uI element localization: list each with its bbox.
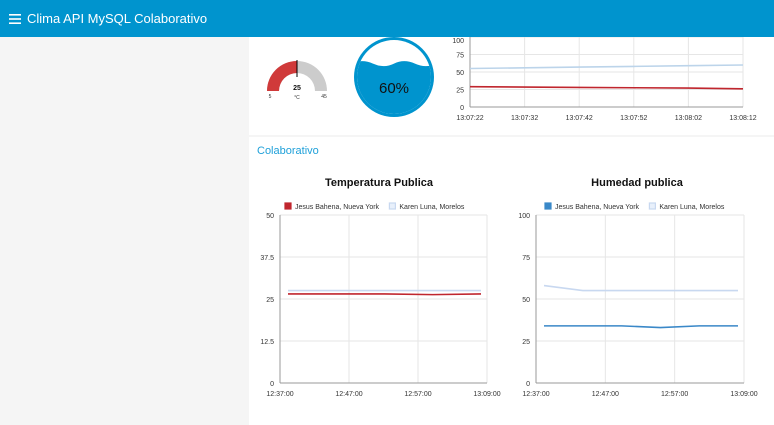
app-title: Clima API MySQL Colaborativo [27, 11, 208, 26]
x-tick-label: 12:37:00 [266, 391, 293, 398]
y-tick-label: 0 [270, 381, 274, 388]
x-tick-label: 12:47:00 [592, 391, 619, 398]
x-tick-label: 12:57:00 [404, 391, 431, 398]
temperature-chart: 50 37.5 25 12.5 0 12:37:00 12:47:00 12:57:00 13:… [260, 202, 501, 398]
x-tick-label: 13:08:02 [675, 115, 702, 122]
collaborative-group: Colaborativo Temperatura Publica Humedad… [249, 137, 774, 425]
gauge-unit: °C [294, 95, 300, 101]
group-title: Colaborativo [257, 145, 319, 157]
y-tick-label: 37.5 [260, 255, 274, 262]
y-tick-label: 50 [266, 213, 274, 220]
chart-title-humidity: Humedad publica [591, 177, 683, 189]
legend-label: Jesus Bahena, Nueva York [295, 204, 380, 211]
y-tick-label: 25 [522, 339, 530, 346]
series-line-1 [544, 325, 738, 329]
series-line-1 [288, 293, 482, 296]
gauge-value: 25 [293, 85, 301, 92]
legend-label: Karen Luna, Morelos [399, 204, 464, 211]
y-tick-label: 0 [526, 381, 530, 388]
x-tick-label: 13:07:42 [566, 115, 593, 122]
series-line-2 [469, 85, 744, 90]
dashboard-content: 25 °C 5 45 60% 100 75 50 25 0 13:07:22 13:07:3… [249, 37, 774, 425]
y-tick-label: 50 [456, 70, 464, 77]
gauge-max: 45 [321, 94, 327, 100]
humidity-chart: 100 75 50 25 0 12:37:00 12:47:00 12:57:00 13:09:… [518, 202, 758, 398]
x-tick-label: 12:37:00 [522, 391, 549, 398]
chart-title-temperature: Temperatura Publica [325, 177, 433, 189]
y-tick-label: 0 [460, 105, 464, 112]
y-tick-label: 12.5 [260, 339, 274, 346]
series-line-1 [469, 64, 744, 70]
x-tick-label: 13:09:00 [473, 391, 500, 398]
hamburger-menu-icon[interactable] [3, 0, 27, 37]
gauge-min: 5 [269, 94, 272, 100]
x-tick-label: 13:07:52 [620, 115, 647, 122]
humidity-label: 60% [379, 80, 409, 97]
y-tick-label: 50 [522, 297, 530, 304]
legend-label: Karen Luna, Morelos [659, 204, 724, 211]
y-tick-label: 75 [456, 53, 464, 60]
legend-swatch [648, 202, 656, 210]
humidity-tank: 60% [354, 37, 434, 117]
x-tick-label: 13:08:12 [729, 115, 756, 122]
legend-swatch [388, 202, 396, 210]
legend-swatch [284, 202, 292, 210]
app-header: Clima API MySQL Colaborativo [0, 0, 774, 37]
y-tick-label: 100 [452, 38, 464, 45]
y-tick-label: 25 [266, 297, 274, 304]
sensor-line-chart: 100 75 50 25 0 13:07:22 13:07:32 13:07:42 13:07:… [452, 37, 757, 122]
x-tick-label: 13:07:22 [456, 115, 483, 122]
x-tick-label: 12:57:00 [661, 391, 688, 398]
y-tick-label: 75 [522, 255, 530, 262]
x-tick-label: 12:47:00 [335, 391, 362, 398]
sensor-card: 25 °C 5 45 60% 100 75 50 25 0 13:07:22 13:07:3… [249, 37, 774, 135]
x-tick-label: 13:07:32 [511, 115, 538, 122]
series-line-2 [543, 284, 738, 292]
y-tick-label: 100 [518, 213, 530, 220]
legend-swatch [544, 202, 552, 210]
x-tick-label: 13:09:00 [730, 391, 757, 398]
legend-label: Jesus Bahena, Nueva York [555, 204, 640, 211]
temperature-gauge: 25 °C 5 45 [267, 60, 327, 101]
y-tick-label: 25 [456, 88, 464, 95]
